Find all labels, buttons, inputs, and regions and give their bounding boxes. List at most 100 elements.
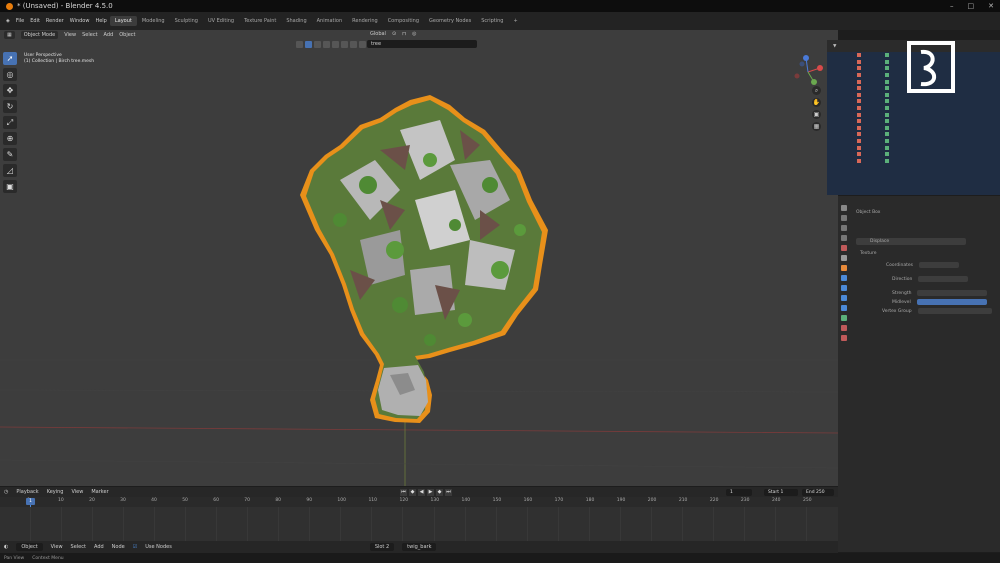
transform-orientation-dropdown[interactable]: Global xyxy=(370,31,386,37)
editor-type-icon[interactable]: ▦ xyxy=(4,31,15,39)
tool-tab-icon[interactable] xyxy=(841,205,847,211)
scene-tab-icon[interactable] xyxy=(841,245,847,251)
viewport-menu-object[interactable]: Object xyxy=(119,32,135,38)
move-icon[interactable]: ✥ xyxy=(3,84,17,97)
tab-animation[interactable]: Animation xyxy=(312,16,348,26)
tab-scripting[interactable]: Scripting xyxy=(476,16,508,26)
tab-layout[interactable]: Layout xyxy=(109,16,137,26)
perspective-toggle-icon[interactable]: ▦ xyxy=(812,122,821,131)
cursor-icon[interactable]: ◎ xyxy=(3,68,17,81)
coordinates-dropdown[interactable] xyxy=(919,262,960,268)
shader-editor-icon[interactable]: ◐ xyxy=(4,544,8,550)
view-layer-tab-icon[interactable] xyxy=(841,235,847,241)
midlevel-field[interactable] xyxy=(916,299,987,305)
modifier-wrench-icon[interactable] xyxy=(841,275,847,281)
strength-field[interactable] xyxy=(917,290,988,296)
jump-end-icon[interactable]: ⏭ xyxy=(445,489,452,496)
light-filter-icon[interactable] xyxy=(332,40,339,48)
outliner-filter-icon[interactable]: ▼ xyxy=(833,44,836,49)
menu-window[interactable]: Window xyxy=(67,18,93,24)
prev-keyframe-icon[interactable]: ◆ xyxy=(409,489,416,496)
tab-geometry-nodes[interactable]: Geometry Nodes xyxy=(424,16,476,26)
outliner-row[interactable] xyxy=(827,158,1000,165)
start-frame-field[interactable]: Start 1 xyxy=(764,489,798,496)
viewport-menu-view[interactable]: View xyxy=(64,32,76,38)
viewport-menu-select[interactable]: Select xyxy=(82,32,97,38)
minimize-icon[interactable]: – xyxy=(950,2,954,10)
timeline-ruler[interactable]: 0102030405060708090100110120130140150160… xyxy=(0,497,838,507)
outliner-row[interactable] xyxy=(827,111,1000,118)
timeline-editor-icon[interactable]: ◷ xyxy=(4,489,8,495)
constraints-tab-icon[interactable] xyxy=(841,305,847,311)
navigation-gizmo[interactable] xyxy=(790,54,826,90)
object-filter-icon[interactable] xyxy=(314,40,321,48)
use-nodes-checkbox[interactable]: ☑ xyxy=(133,544,137,550)
outliner-row[interactable] xyxy=(827,151,1000,158)
particles-tab-icon[interactable] xyxy=(841,285,847,291)
play-reverse-icon[interactable]: ◀ xyxy=(418,489,425,496)
pan-hand-icon[interactable]: ✋ xyxy=(812,98,821,107)
measure-icon[interactable]: ◿ xyxy=(3,164,17,177)
zoom-icon[interactable]: ⌕ xyxy=(812,86,821,95)
jump-start-icon[interactable]: ⏮ xyxy=(400,489,407,496)
vertex-group-field[interactable] xyxy=(917,308,992,314)
empty-filter-icon[interactable] xyxy=(350,40,357,48)
outliner-row[interactable] xyxy=(827,118,1000,125)
rotate-icon[interactable]: ↻ xyxy=(3,100,17,113)
menu-edit[interactable]: Edit xyxy=(27,18,43,24)
snap-icon[interactable]: ⊓ xyxy=(402,31,406,37)
filter-icon[interactable] xyxy=(296,40,303,48)
mesh-filter-icon[interactable] xyxy=(323,40,330,48)
tab-texture-paint[interactable]: Texture Paint xyxy=(239,16,281,26)
timeline-menu-playback[interactable]: Playback xyxy=(16,489,38,495)
node-menu-view[interactable]: View xyxy=(51,544,63,550)
viewport-search-input[interactable]: tree xyxy=(367,40,477,48)
select-box-icon[interactable]: ➚ xyxy=(3,52,17,65)
play-icon[interactable]: ▶ xyxy=(427,489,434,496)
menu-file[interactable]: File xyxy=(13,18,27,24)
transform-icon[interactable]: ⊕ xyxy=(3,132,17,145)
tree-mesh[interactable] xyxy=(280,90,570,430)
pivot-icon[interactable]: ⊙ xyxy=(392,31,396,37)
tab-modeling[interactable]: Modeling xyxy=(137,16,170,26)
material-dropdown[interactable]: twig_bark xyxy=(402,543,437,551)
viewport-menu-add[interactable]: Add xyxy=(104,32,114,38)
physics-tab-icon[interactable] xyxy=(841,295,847,301)
tab-sculpting[interactable]: Sculpting xyxy=(170,16,203,26)
node-menu-node[interactable]: Node xyxy=(112,544,125,550)
timeline-menu-view[interactable]: View xyxy=(71,489,83,495)
node-menu-add[interactable]: Add xyxy=(94,544,104,550)
maximize-icon[interactable]: □ xyxy=(968,2,975,10)
outliner-row[interactable] xyxy=(827,98,1000,105)
object-mode-dropdown[interactable]: Object Mode xyxy=(20,31,59,39)
camera-view-icon[interactable]: ▣ xyxy=(812,110,821,119)
menu-help[interactable]: Help xyxy=(92,18,109,24)
select-filter-icon[interactable] xyxy=(305,40,312,48)
outliner-row[interactable] xyxy=(827,125,1000,132)
end-frame-field[interactable]: End 250 xyxy=(802,489,834,496)
outliner-row[interactable] xyxy=(827,144,1000,151)
tab-shading[interactable]: Shading xyxy=(281,16,311,26)
tab-uv-editing[interactable]: UV Editing xyxy=(203,16,239,26)
annotate-icon[interactable]: ✎ xyxy=(3,148,17,161)
prop-modifier-name[interactable]: Displace xyxy=(856,238,986,245)
outliner-row[interactable] xyxy=(827,105,1000,112)
direction-dropdown[interactable] xyxy=(918,276,969,282)
object-tab-icon[interactable] xyxy=(841,265,847,271)
close-icon[interactable]: ✕ xyxy=(988,2,994,10)
add-cube-icon[interactable]: ▣ xyxy=(3,180,17,193)
timeline-menu-marker[interactable]: Marker xyxy=(91,489,108,495)
texture-tab-icon[interactable] xyxy=(841,335,847,341)
tab-compositing[interactable]: Compositing xyxy=(383,16,424,26)
camera-filter-icon[interactable] xyxy=(341,40,348,48)
data-tab-icon[interactable] xyxy=(841,315,847,321)
render-tab-icon[interactable] xyxy=(841,215,847,221)
proportional-edit-icon[interactable]: ◎ xyxy=(412,31,416,37)
timeline-menu-keying[interactable]: Keying xyxy=(47,489,64,495)
menu-render[interactable]: Render xyxy=(43,18,67,24)
playhead-frame-label[interactable]: 1 xyxy=(26,498,35,505)
slot-dropdown[interactable]: Slot 2 xyxy=(369,543,395,551)
material-tab-icon[interactable] xyxy=(841,325,847,331)
current-frame-field[interactable]: 1 xyxy=(726,489,752,496)
world-tab-icon[interactable] xyxy=(841,255,847,261)
